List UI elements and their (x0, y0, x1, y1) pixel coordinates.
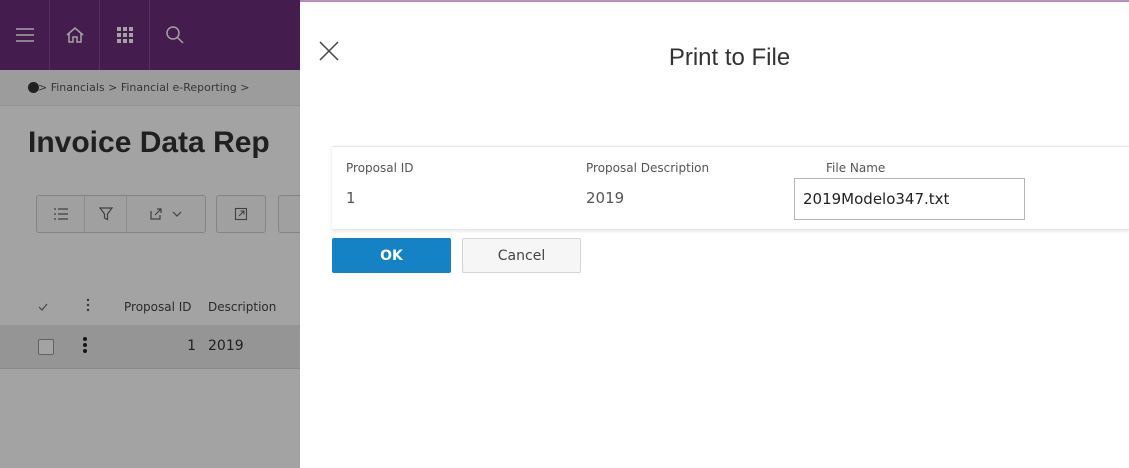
dialog-title: Print to File (668, 44, 791, 71)
print-to-file-dialog: Print to File (300, 0, 1129, 468)
background-page: > Financials > Financial e-Reporting > I… (0, 0, 300, 468)
ok-button[interactable]: OK (332, 238, 451, 273)
file-name-input[interactable] (794, 178, 1025, 220)
modal-overlay (0, 0, 300, 468)
proposal-description-value: 2019 (586, 189, 625, 207)
file-name-label: File Name (826, 161, 886, 175)
proposal-id-value: 1 (346, 189, 356, 207)
proposal-description-label: Proposal Description (586, 161, 710, 175)
proposal-id-label: Proposal ID (346, 161, 414, 175)
cancel-button[interactable]: Cancel (462, 238, 581, 273)
